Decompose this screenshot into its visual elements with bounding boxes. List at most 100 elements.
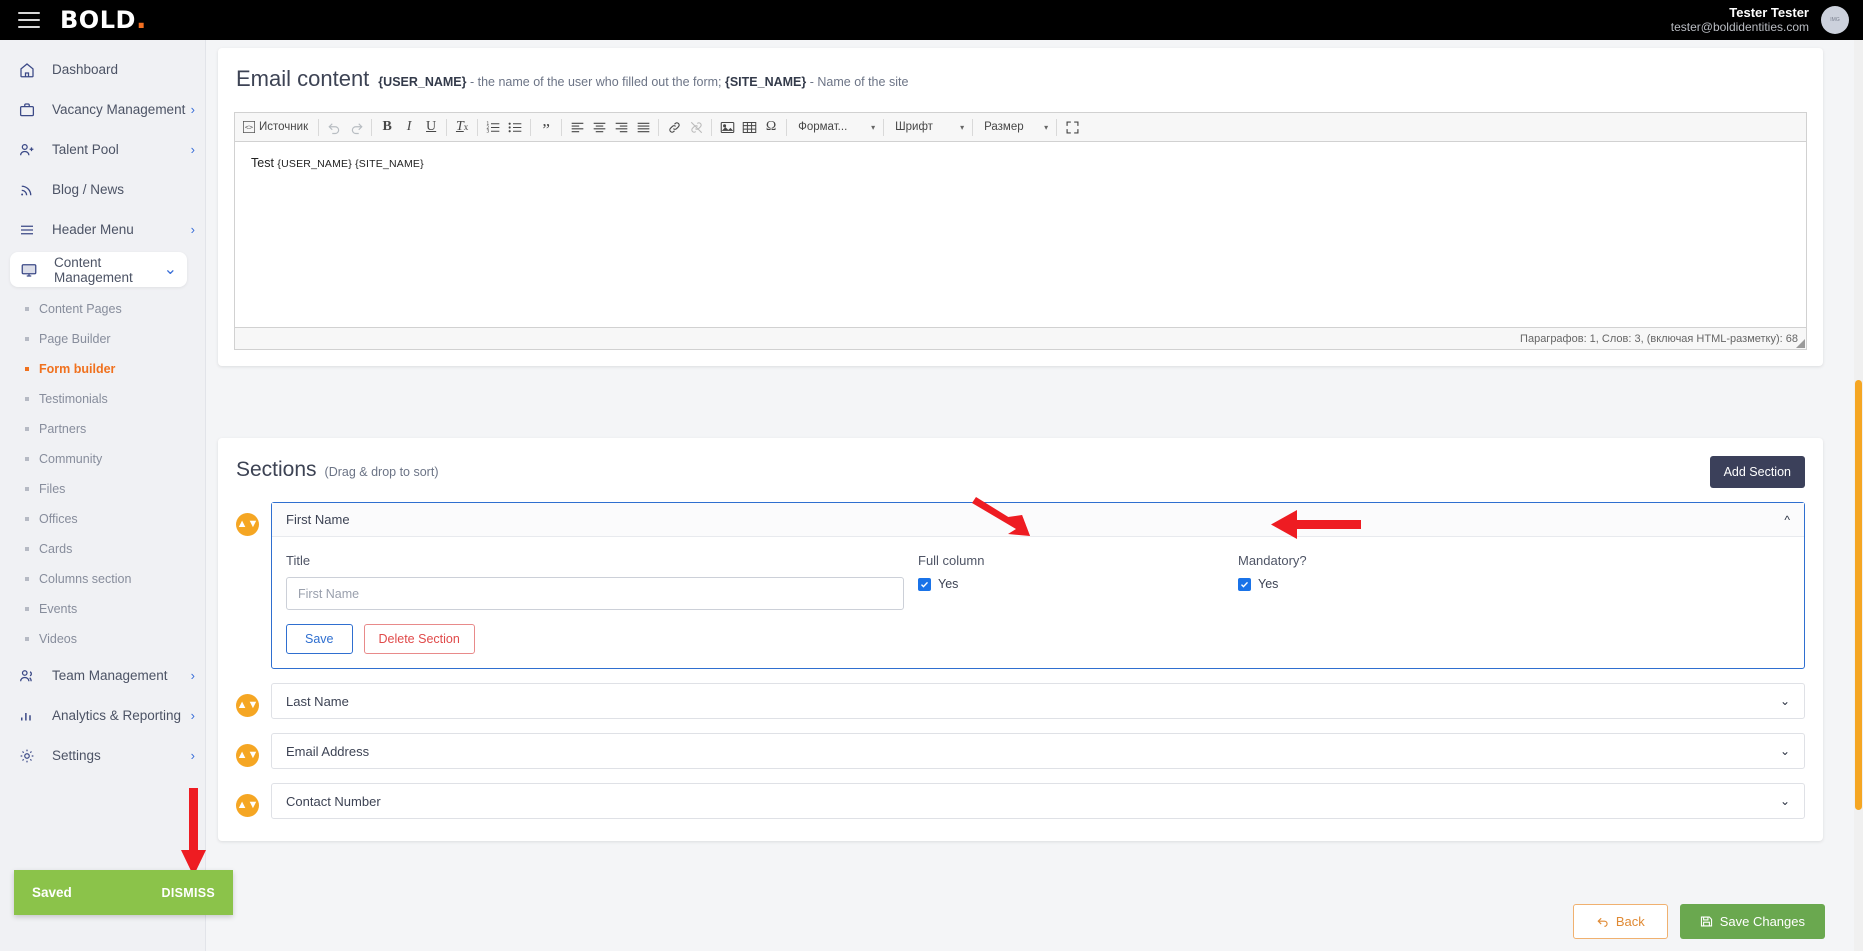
sidebar-subitem-events[interactable]: Events [0,594,205,624]
chevron-down-icon: ⌄ [163,260,177,278]
bold-icon[interactable]: B [376,116,398,138]
drag-handle-icon[interactable]: ▲▼ [236,794,259,817]
full-column-checkbox[interactable] [918,577,931,591]
sidebar-item-analytics-reporting[interactable]: Analytics & Reporting › [0,698,205,733]
full-column-label: Full column [918,553,985,568]
italic-icon[interactable]: I [398,116,420,138]
align-justify-icon[interactable] [632,116,654,138]
section-header-email-address[interactable]: Email Address ⌄ [272,734,1804,768]
chevron-down-icon[interactable]: ⌄ [1780,794,1790,808]
token-site-name: {SITE_NAME} [724,75,807,89]
size-dropdown[interactable]: Размер ▾ [977,116,1052,138]
sidebar-subitem-cards[interactable]: Cards [0,534,205,564]
sidebar-item-settings[interactable]: Settings › [0,738,205,773]
save-changes-button[interactable]: Save Changes [1679,903,1825,939]
sidebar-item-header-menu[interactable]: Header Menu › [0,212,205,247]
avatar[interactable]: IMG [1821,5,1849,34]
sidebar-subitem-label: Partners [39,422,87,436]
email-content-card: Email content {USER_NAME} - the name of … [218,48,1823,366]
format-dropdown[interactable]: Формат... ▾ [791,116,879,138]
section-row-first-name: ▲▼ First Name ^ Title Full column [236,502,1805,669]
chevron-down-icon[interactable]: ⌄ [1780,744,1790,758]
scrollbar-thumb[interactable] [1855,380,1862,810]
chevron-right-icon: › [190,748,195,763]
logo-text: BOLD [60,6,136,34]
resize-grip-icon[interactable] [1796,339,1805,348]
maximize-icon[interactable] [1061,116,1083,138]
redo-icon[interactable] [345,116,367,138]
unlink-icon[interactable] [685,116,707,138]
sidebar-subitem-label: Community [39,452,103,466]
sections-title: Sections [236,458,317,481]
mandatory-label: Mandatory? [1238,553,1307,568]
remove-format-icon[interactable]: Tx [451,116,473,138]
section-header-first-name[interactable]: First Name ^ [272,503,1804,537]
add-section-button[interactable]: Add Section [1709,456,1805,488]
back-button[interactable]: Back [1572,903,1668,939]
link-icon[interactable] [663,116,685,138]
underline-icon[interactable]: U [420,116,442,138]
sidebar-subitem-columns-section[interactable]: Columns section [0,564,205,594]
user-profile[interactable]: Tester Tester tester@boldidentities.com … [1671,4,1849,35]
sidebar-subitem-form-builder[interactable]: Form builder [0,354,205,384]
font-dropdown[interactable]: Шрифт ▾ [888,116,968,138]
sidebar-subitem-videos[interactable]: Videos [0,624,205,654]
section-header-contact-number[interactable]: Contact Number ⌄ [272,784,1804,818]
sidebar-item-vacancy-management[interactable]: Vacancy Management › [0,92,205,127]
bulleted-list-icon[interactable] [504,116,526,138]
chevron-up-icon[interactable]: ^ [1784,513,1790,527]
align-left-icon[interactable] [566,116,588,138]
top-navigation-bar: BOLD. Tester Tester tester@boldidentitie… [0,0,1863,40]
email-content-header: Email content {USER_NAME} - the name of … [234,66,1807,92]
drag-handle-icon[interactable]: ▲▼ [236,744,259,767]
sidebar-subitem-community[interactable]: Community [0,444,205,474]
image-icon[interactable] [716,116,738,138]
numbered-list-icon[interactable]: 123 [482,116,504,138]
section-header-last-name[interactable]: Last Name ⌄ [272,684,1804,718]
toolbar-separator [318,118,320,136]
delete-section-button[interactable]: Delete Section [363,624,475,654]
special-character-icon[interactable]: Ω [760,116,782,138]
blockquote-icon[interactable]: ” [535,116,557,138]
full-column-checkbox-row[interactable]: Yes [918,577,1216,591]
title-input[interactable] [286,577,904,610]
toolbar-separator [477,118,479,136]
drag-handle-icon[interactable]: ▲▼ [236,513,259,536]
chevron-down-icon[interactable]: ⌄ [1780,694,1790,708]
sidebar-item-team-management[interactable]: Team Management › [0,658,205,693]
table-icon[interactable] [738,116,760,138]
align-right-icon[interactable] [610,116,632,138]
sidebar-item-blog-news[interactable]: Blog / News [0,172,205,207]
footer-action-bar: Back Save Changes [206,891,1863,951]
mandatory-checkbox[interactable] [1238,577,1251,591]
sidebar-item-dashboard[interactable]: Dashboard [0,52,205,87]
sidebar-subitem-partners[interactable]: Partners [0,414,205,444]
source-code-icon: <> [243,121,255,133]
toolbar-separator [1056,118,1058,136]
sidebar-subitem-testimonials[interactable]: Testimonials [0,384,205,414]
source-button[interactable]: <> Источник [240,116,314,138]
hamburger-menu-icon[interactable] [18,12,40,28]
sidebar-item-talent-pool[interactable]: Talent Pool › [0,132,205,167]
sidebar-item-content-management[interactable]: Content Management ⌄ [10,252,187,287]
sidebar-item-label: Content Management [54,254,133,285]
section-panel-first-name: First Name ^ Title Full column Yes [271,502,1805,669]
section-row-contact-number: ▲▼ Contact Number ⌄ [236,783,1805,819]
mandatory-checkbox-row[interactable]: Yes [1238,577,1528,591]
check-icon [1241,581,1248,588]
brand-logo[interactable]: BOLD. [60,5,147,35]
save-section-button[interactable]: Save [286,624,353,654]
page-scrollbar[interactable] [1854,40,1863,951]
toolbar-separator [371,118,373,136]
align-center-icon[interactable] [588,116,610,138]
sidebar-subitem-files[interactable]: Files [0,474,205,504]
toast-dismiss-button[interactable]: DISMISS [162,886,216,900]
editor-body[interactable]: Test {USER_NAME} {SITE_NAME} [235,142,1806,327]
drag-handle-icon[interactable]: ▲▼ [236,694,259,717]
section-name: First Name [286,512,350,527]
sidebar-subitem-offices[interactable]: Offices [0,504,205,534]
sidebar-subitem-content-pages[interactable]: Content Pages [0,294,205,324]
user-name: Tester Tester [1729,4,1809,20]
undo-icon[interactable] [323,116,345,138]
sidebar-subitem-page-builder[interactable]: Page Builder [0,324,205,354]
